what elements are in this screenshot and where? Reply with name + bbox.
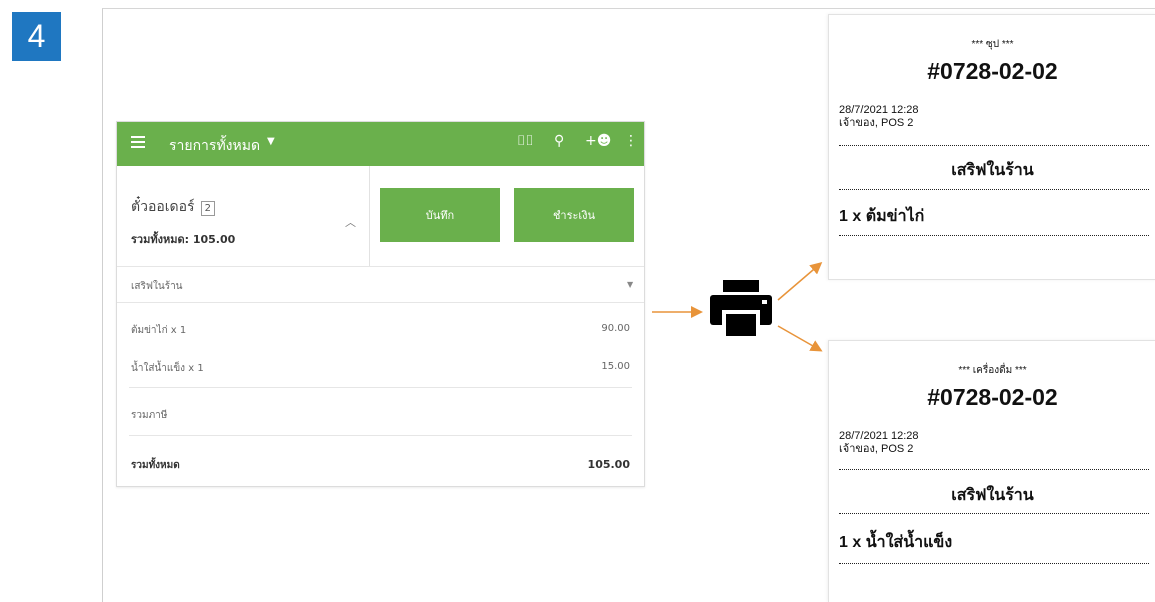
printer-icon	[710, 280, 772, 340]
kitchen-receipt-soup: *** ซุป *** #0728-02-02 28/7/2021 12:28 …	[828, 14, 1155, 280]
dotted-divider	[839, 469, 1149, 470]
receipt-category: *** เครื่องดื่ม ***	[958, 365, 1027, 376]
arrow-to-receipt-soup	[777, 262, 823, 301]
receipt-datetime: 28/7/2021 12:28	[839, 430, 919, 442]
receipt-order-number: #0728-02-02	[927, 58, 1058, 84]
receipt-order-number: #0728-02-02	[927, 384, 1058, 410]
receipt-datetime: 28/7/2021 12:28	[839, 104, 919, 116]
dotted-divider	[839, 513, 1149, 514]
receipt-cashier: เจ้าของ, POS 2	[839, 117, 914, 129]
receipt-cashier: เจ้าของ, POS 2	[839, 443, 914, 455]
arrow-to-receipt-drink	[777, 325, 823, 352]
dotted-divider	[839, 189, 1149, 190]
receipt-item: 1 x น้ำใส่น้ำแข็ง	[839, 534, 953, 551]
dotted-divider	[839, 563, 1149, 564]
kitchen-receipt-drinks: *** เครื่องดื่ม *** #0728-02-02 28/7/202…	[828, 340, 1155, 602]
receipt-item: 1 x ต้มข่าไก่	[839, 208, 925, 225]
dotted-divider	[839, 235, 1149, 236]
receipt-dining-option: เสริฟในร้าน	[951, 487, 1034, 504]
receipt-category: *** ซุป ***	[971, 39, 1014, 50]
dotted-divider	[839, 145, 1149, 146]
receipt-dining-option: เสริฟในร้าน	[951, 162, 1034, 179]
